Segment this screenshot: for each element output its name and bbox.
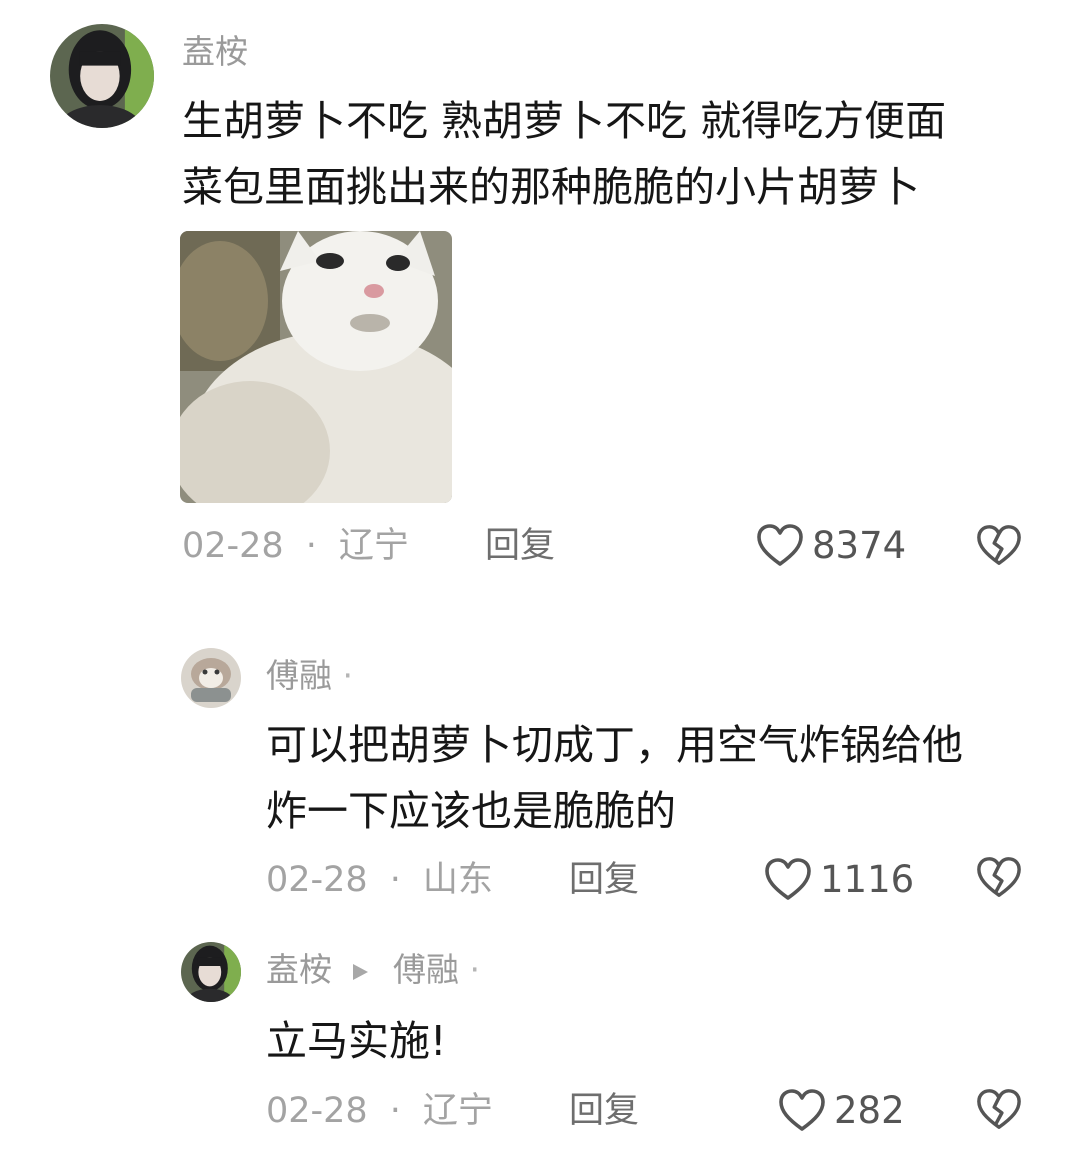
comment-text-line: 立马实施!	[266, 1017, 447, 1065]
broken-heart-icon	[977, 857, 1021, 897]
broken-heart-icon	[977, 525, 1021, 565]
comment-location: 山东	[422, 860, 493, 900]
reply-button[interactable]: 回复	[569, 1091, 639, 1131]
comment-username[interactable]: 盍桉	[182, 32, 248, 72]
comment-text: 可以把胡萝卜切成丁，用空气炸锅给他 炸一下应该也是脆脆的	[266, 712, 1056, 844]
like-count: 8374	[812, 524, 907, 567]
comment-username[interactable]: 盍桉 傅融 ·	[266, 950, 480, 990]
comment-meta: 02-28 · 辽宁	[182, 526, 409, 566]
broken-heart-icon	[977, 1089, 1021, 1129]
comment-meta: 02-28 · 辽宁	[266, 1091, 493, 1131]
comment-username[interactable]: 傅融 ·	[266, 656, 353, 696]
avatar[interactable]	[50, 24, 154, 128]
cat-photo[interactable]	[180, 231, 452, 503]
comment-text: 立马实施!	[266, 1008, 1056, 1074]
comment-text-line: 菜包里面挑出来的那种脆脆的小片胡萝卜	[182, 163, 920, 211]
dislike-button[interactable]	[976, 856, 1022, 900]
comment-date: 02-28	[266, 1091, 368, 1131]
heart-outline-icon	[765, 858, 811, 900]
like-button[interactable]: 282	[778, 1089, 905, 1133]
avatar[interactable]	[181, 648, 241, 708]
comment-date: 02-28	[182, 526, 284, 566]
comment-location: 辽宁	[422, 1091, 493, 1131]
like-button[interactable]: 1116	[764, 858, 914, 902]
like-button[interactable]: 8374	[756, 524, 906, 568]
like-count: 282	[834, 1089, 905, 1132]
like-count: 1116	[820, 858, 915, 901]
comment-location: 辽宁	[338, 526, 409, 566]
play-triangle-icon	[352, 963, 368, 980]
reply-to-username[interactable]: 傅融	[393, 950, 459, 989]
dislike-button[interactable]	[976, 524, 1022, 568]
comment-meta: 02-28 · 山东	[266, 860, 493, 900]
dislike-button[interactable]	[976, 1088, 1022, 1132]
heart-outline-icon	[757, 524, 803, 566]
comment-text-line: 生胡萝卜不吃 熟胡萝卜不吃 就得吃方便面	[182, 97, 947, 145]
reply-button[interactable]: 回复	[485, 526, 555, 566]
comment-text: 生胡萝卜不吃 熟胡萝卜不吃 就得吃方便面 菜包里面挑出来的那种脆脆的小片胡萝卜	[182, 88, 1062, 220]
avatar[interactable]	[181, 942, 241, 1002]
comment-thread: 盍桉 生胡萝卜不吃 熟胡萝卜不吃 就得吃方便面 菜包里面挑出来的那种脆脆的小片胡…	[0, 0, 1080, 1160]
comment-text-line: 可以把胡萝卜切成丁，用空气炸锅给他	[266, 721, 963, 769]
comment-text-line: 炸一下应该也是脆脆的	[266, 787, 676, 835]
reply-button[interactable]: 回复	[569, 860, 639, 900]
comment-date: 02-28	[266, 860, 368, 900]
heart-outline-icon	[779, 1089, 825, 1131]
